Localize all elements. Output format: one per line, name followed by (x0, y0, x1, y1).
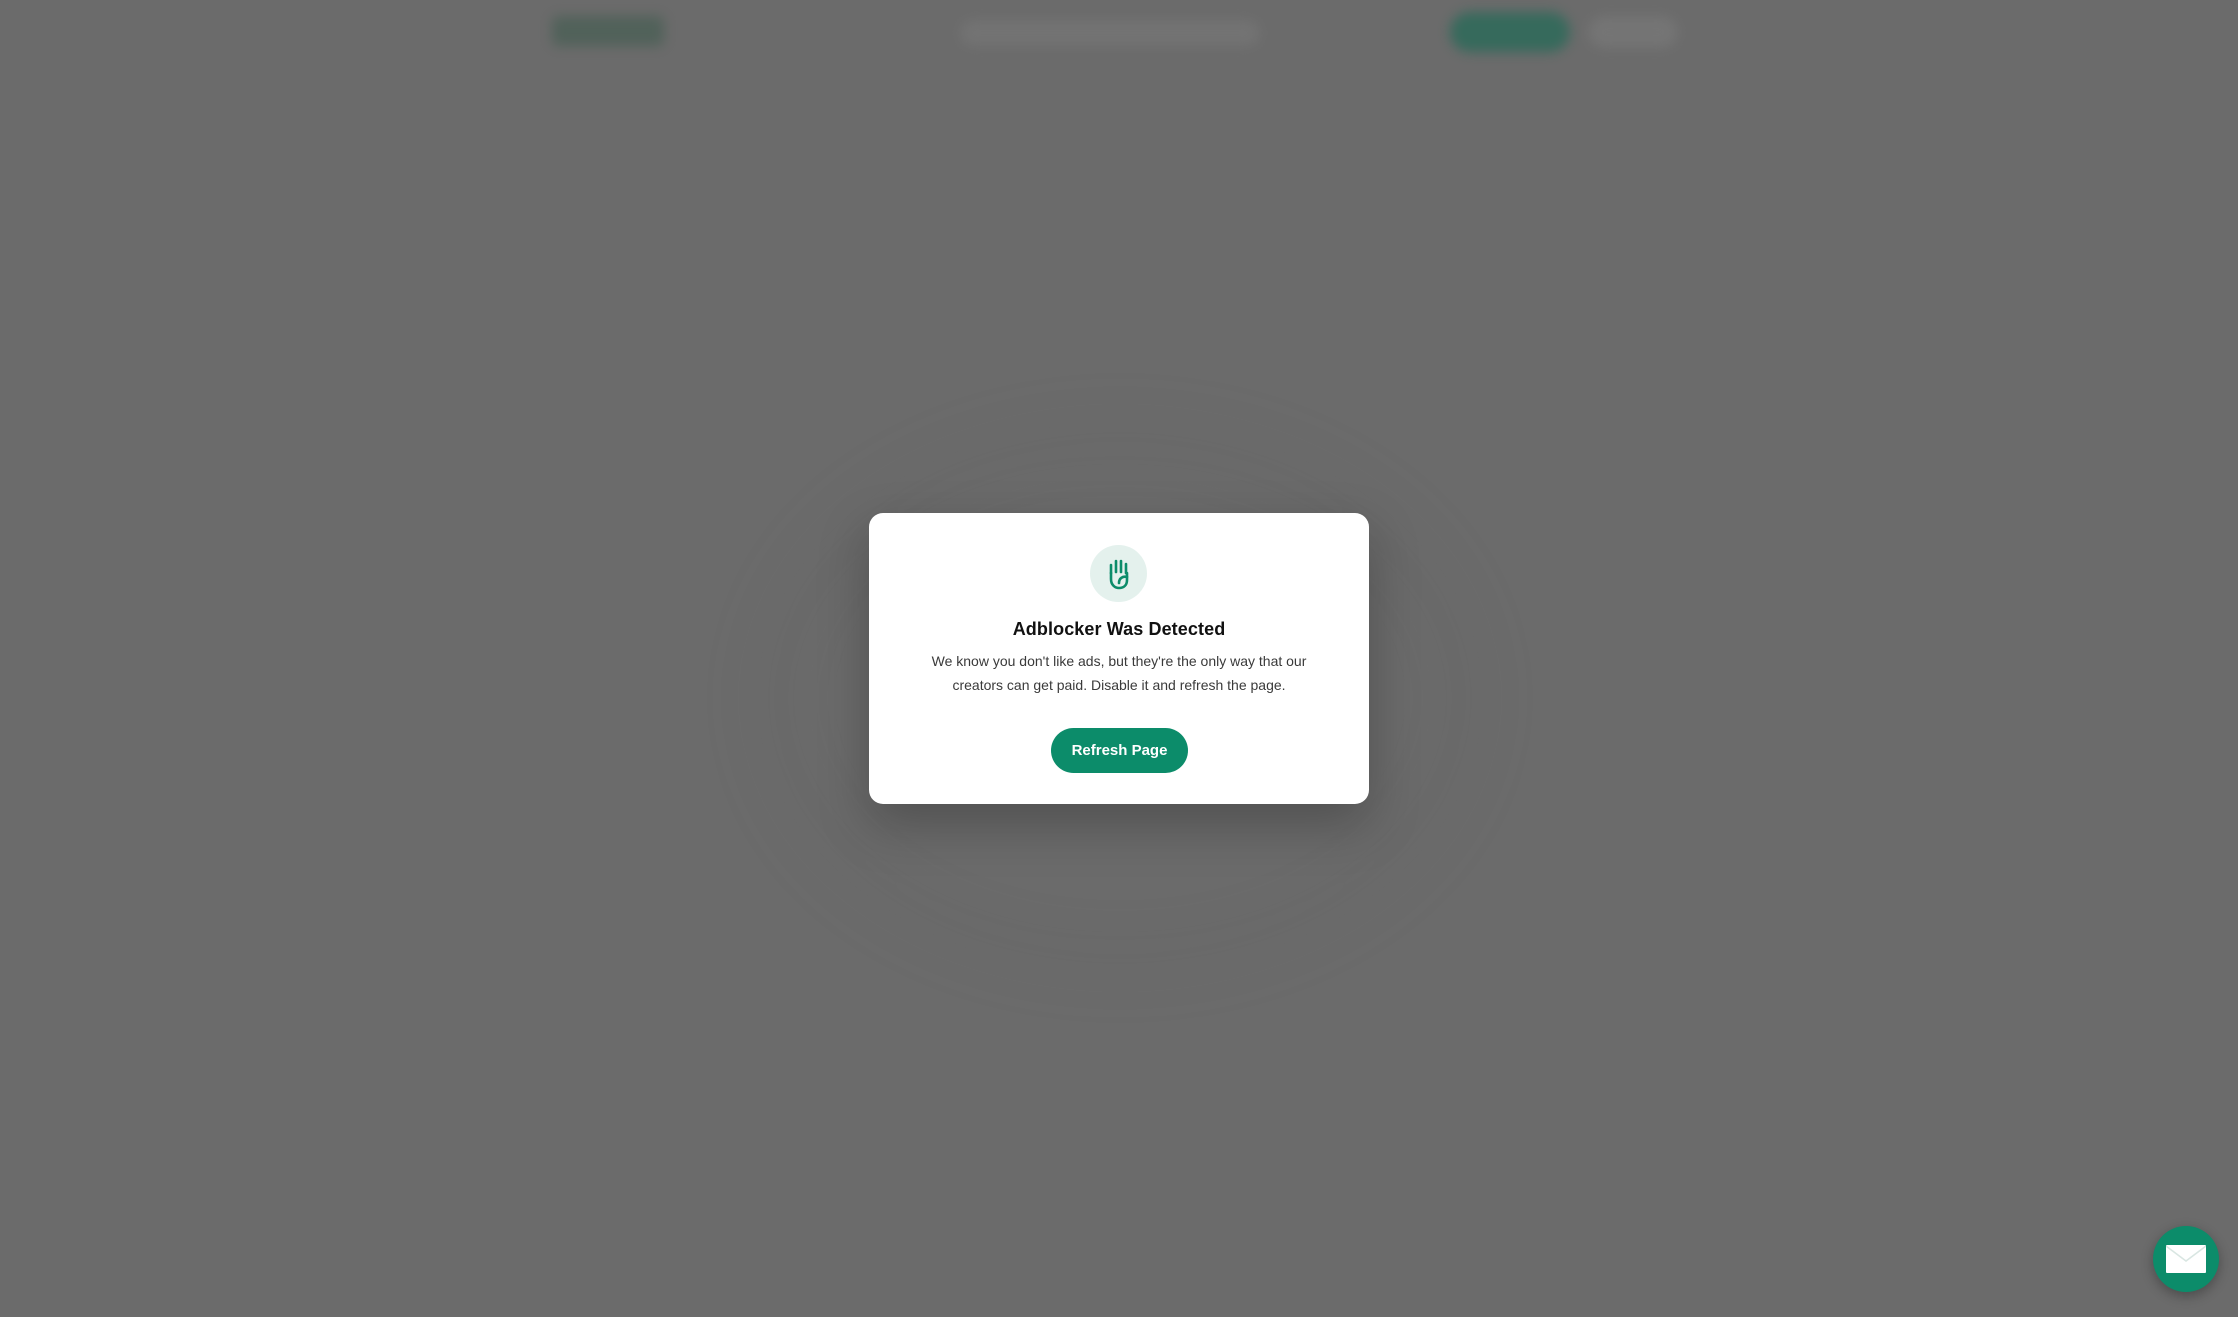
mail-button[interactable] (2153, 1226, 2219, 1292)
hand-stop-icon (1109, 559, 1128, 589)
background-login-button (1588, 16, 1678, 48)
background-signup-button (1450, 12, 1570, 52)
modal-message: We know you don't like ads, but they're … (931, 653, 1307, 693)
background-header (0, 0, 2238, 64)
modal-title: Adblocker Was Detected (1012, 619, 1226, 639)
refresh-page-button[interactable]: Refresh Page (1051, 728, 1188, 773)
adblock-modal: Adblocker Was Detected We know you don't… (869, 513, 1369, 804)
hand-stop-icon-badge (1090, 545, 1147, 602)
mail-icon (2166, 1245, 2206, 1273)
background-search (960, 20, 1260, 46)
background-logo (552, 16, 664, 46)
